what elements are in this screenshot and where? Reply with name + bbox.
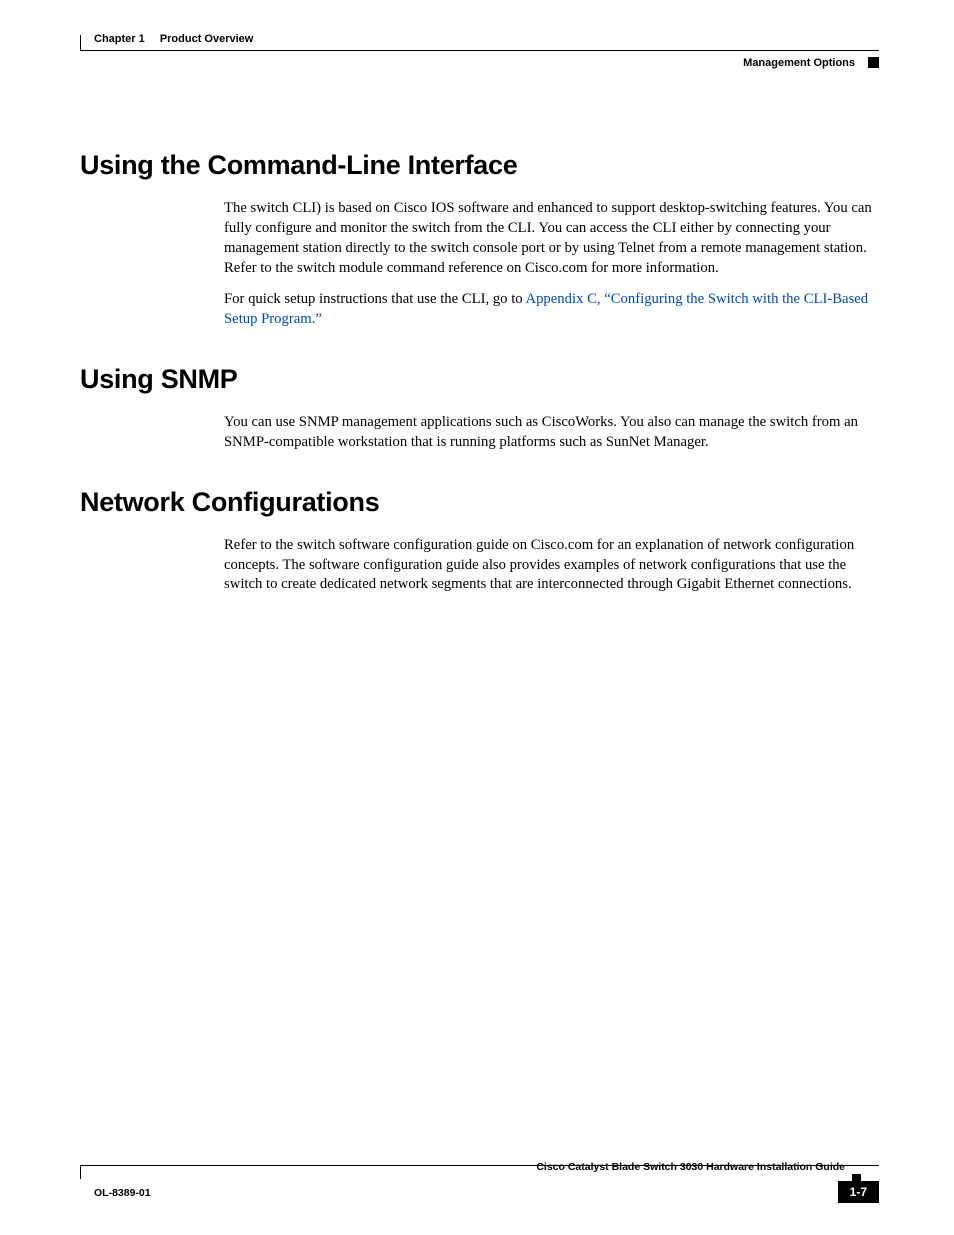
running-header: Chapter 1 Product Overview Management Op… (80, 35, 879, 95)
page-number: 1-7 (838, 1181, 879, 1203)
header-chapter: Chapter 1 Product Overview (94, 33, 253, 45)
footer-rule (80, 1165, 879, 1179)
header-section: Management Options (743, 57, 855, 69)
heading-cli: Using the Command-Line Interface (80, 150, 879, 181)
netconf-paragraph-1: Refer to the switch software configurati… (224, 536, 879, 596)
chapter-label: Chapter 1 (94, 33, 145, 45)
snmp-paragraph-1: You can use SNMP management applications… (224, 413, 879, 453)
footer-doc-number: OL-8389-01 (94, 1187, 151, 1199)
cli-p2-pre: For quick setup instructions that use th… (224, 291, 525, 307)
header-square-icon (868, 57, 879, 68)
heading-netconf: Network Configurations (80, 487, 879, 518)
cli-paragraph-2: For quick setup instructions that use th… (224, 290, 879, 330)
page: Chapter 1 Product Overview Management Op… (0, 0, 954, 1235)
heading-snmp: Using SNMP (80, 364, 879, 395)
section-cli-body: The switch CLI) is based on Cisco IOS so… (224, 199, 879, 330)
section-netconf-body: Refer to the switch software configurati… (224, 536, 879, 596)
cli-paragraph-1: The switch CLI) is based on Cisco IOS so… (224, 199, 879, 278)
chapter-title: Product Overview (160, 33, 254, 45)
section-snmp-body: You can use SNMP management applications… (224, 413, 879, 453)
content: Using the Command-Line Interface The swi… (80, 150, 879, 595)
